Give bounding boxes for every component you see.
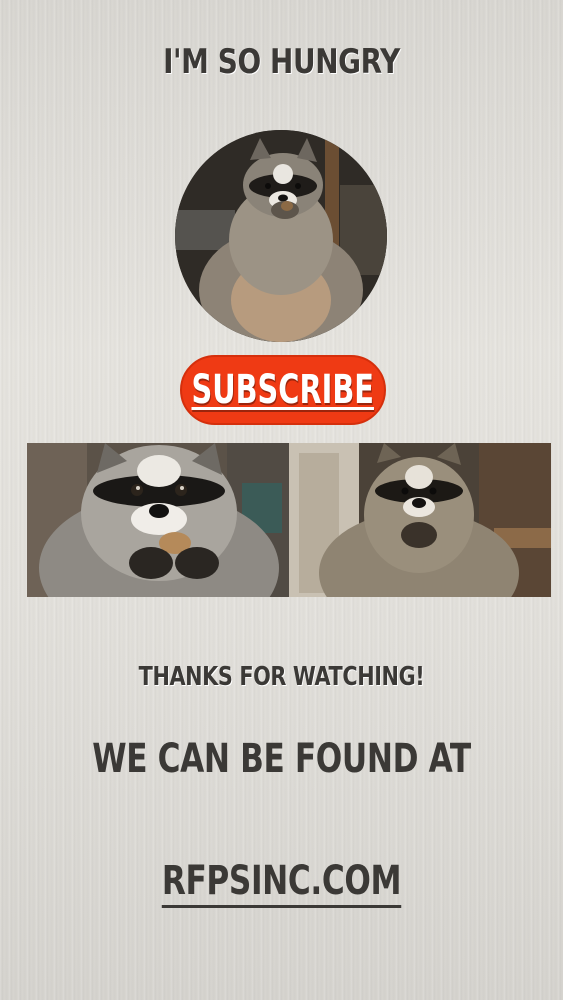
raccoon-eating-photo-right: [289, 443, 551, 597]
page-title: I'M SO HUNGRY: [163, 42, 400, 82]
found-at-text: WE CAN BE FOUND AT: [92, 736, 471, 782]
thanks-message: THANKS FOR WATCHING!: [138, 662, 425, 692]
raccoon-eating-photo-left: [27, 443, 289, 597]
website-link[interactable]: RFPSINC.COM: [62, 858, 501, 908]
website-text: RFPSINC.COM: [161, 858, 402, 908]
raccoon-avatar-image: [175, 130, 387, 342]
subscribe-label: SUBSCRIBE: [191, 367, 375, 413]
subscribe-button[interactable]: SUBSCRIBE: [180, 355, 386, 425]
